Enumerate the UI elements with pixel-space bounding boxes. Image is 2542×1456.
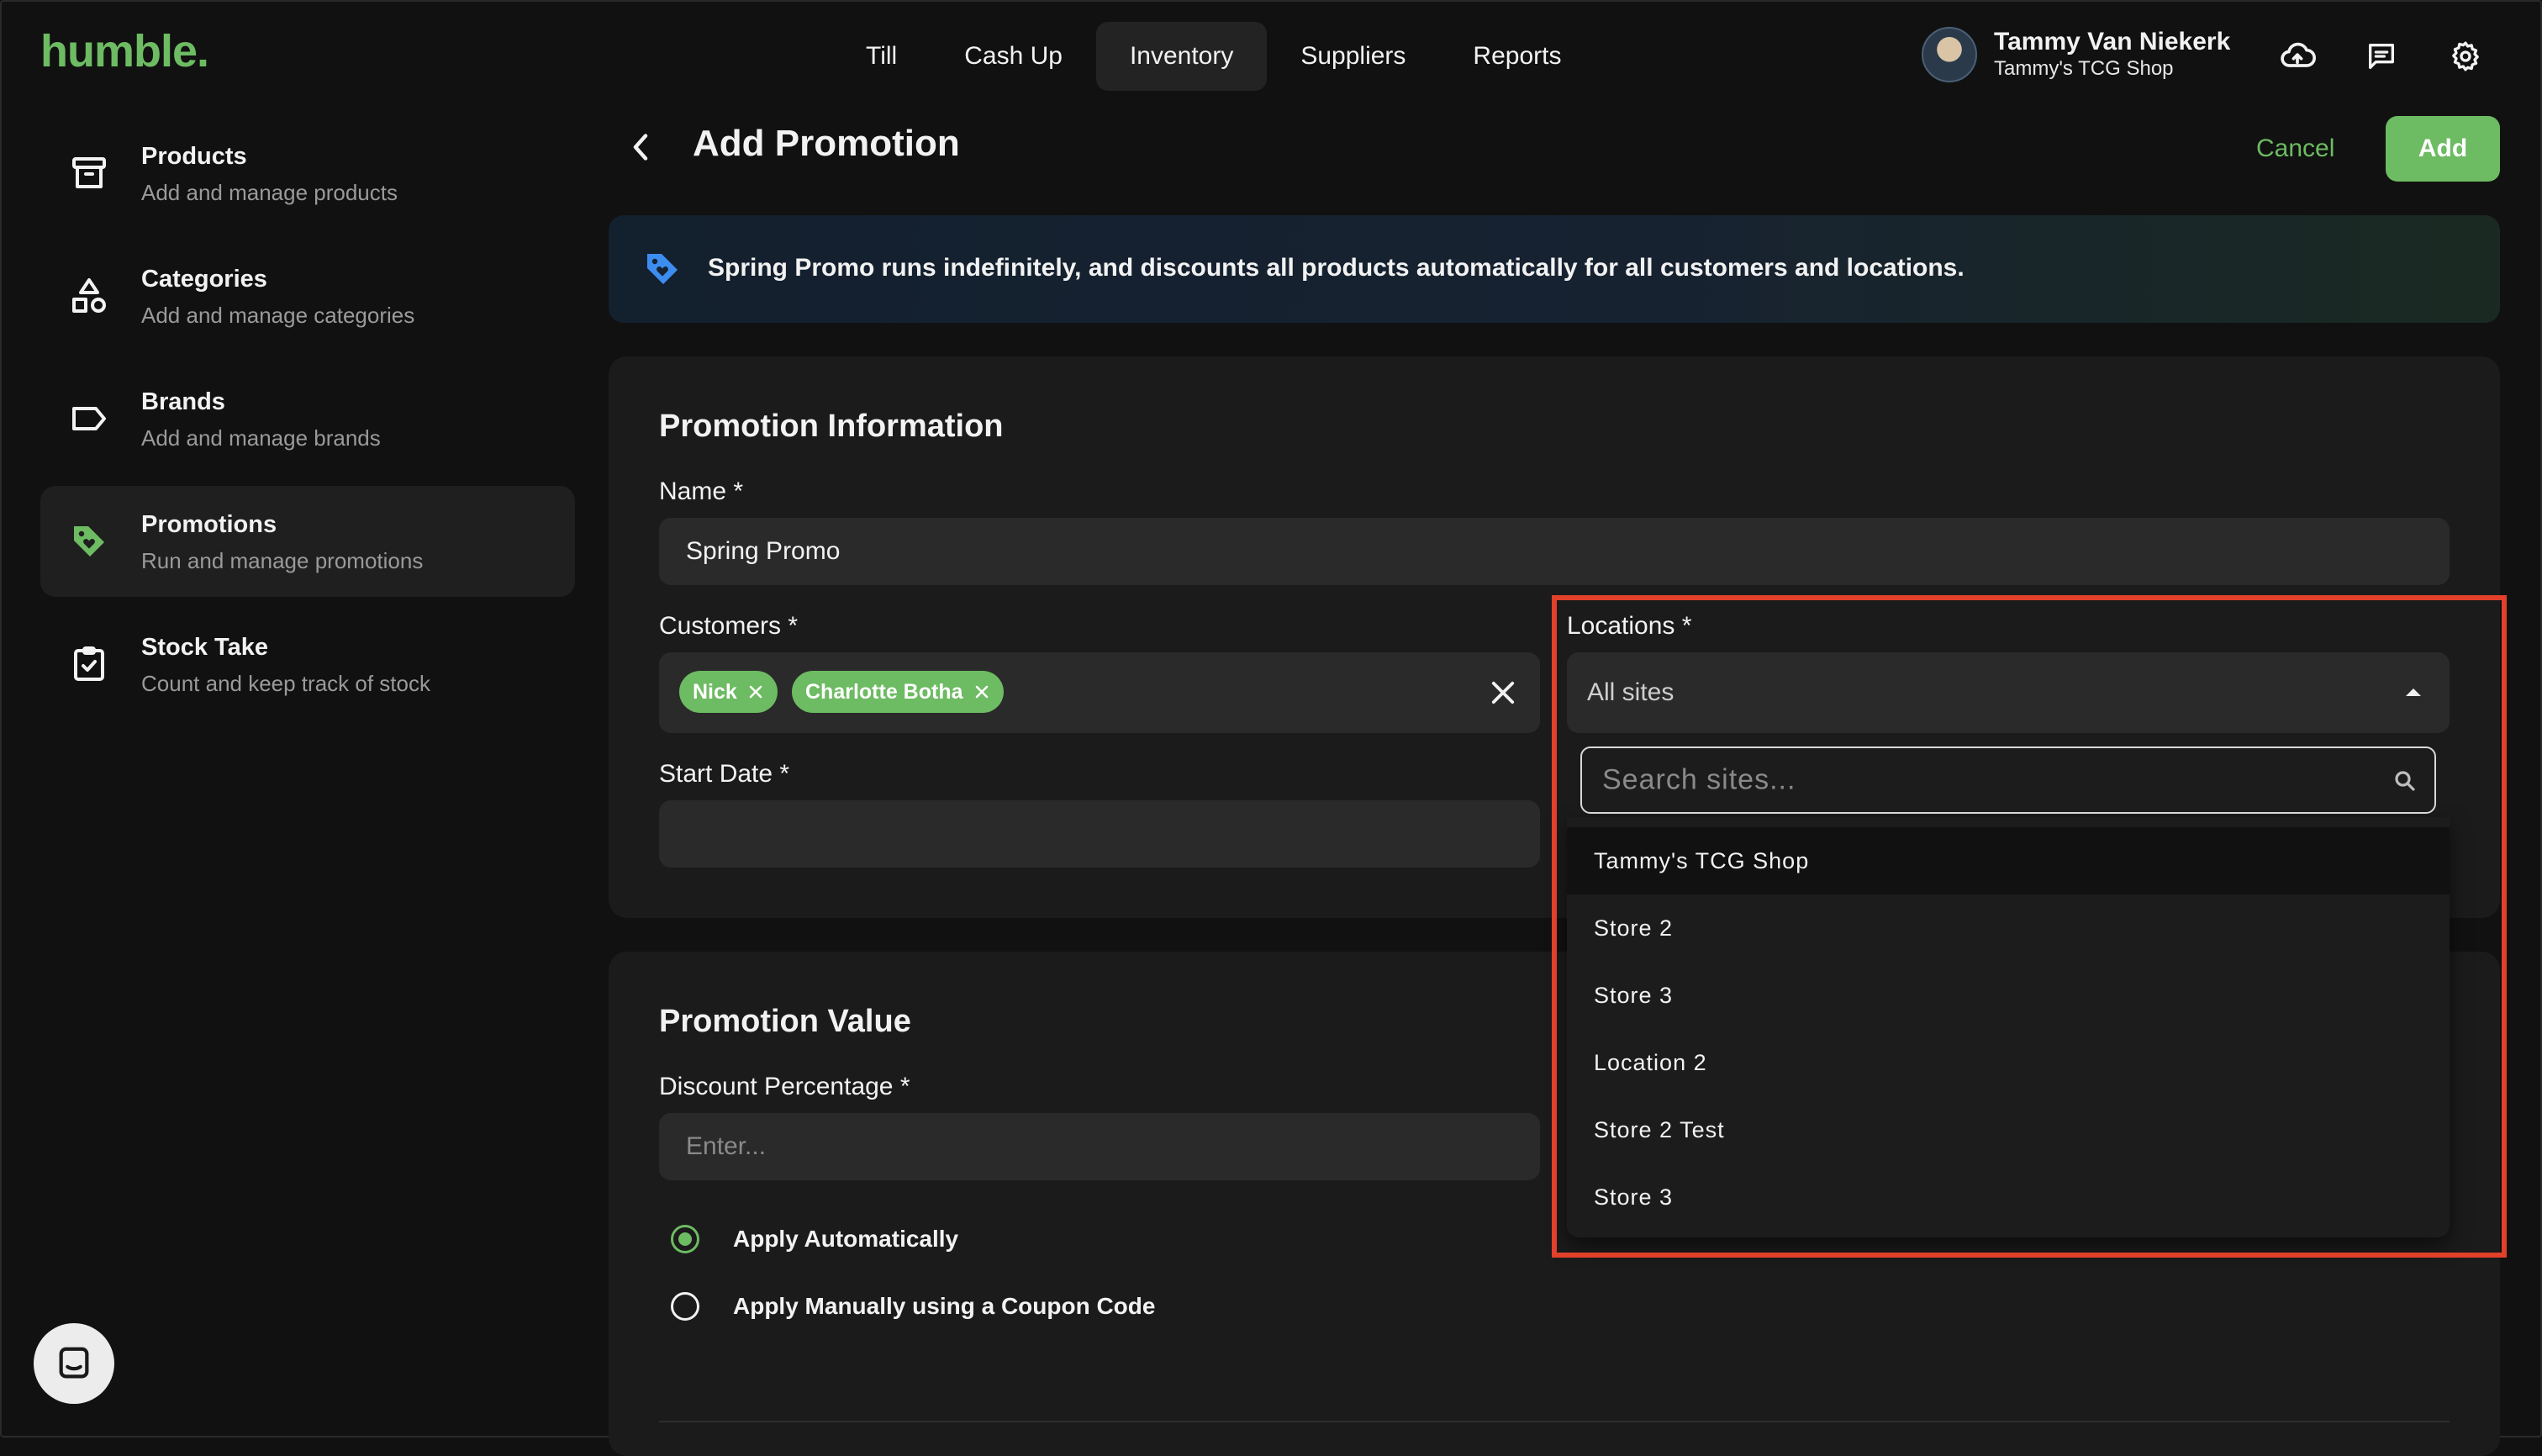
- promotion-summary-banner: Spring Promo runs indefinitely, and disc…: [609, 215, 2500, 323]
- apply-automatically-radio[interactable]: [671, 1225, 699, 1253]
- page-title: Add Promotion: [693, 123, 960, 164]
- chip-remove-icon[interactable]: [747, 683, 764, 700]
- user-name: Tammy Van Niekerk: [1994, 28, 2231, 55]
- message-icon[interactable]: [2362, 37, 2401, 76]
- sidebar-item-subtitle: Add and manage brands: [141, 425, 381, 451]
- name-value: Spring Promo: [686, 537, 841, 565]
- annotation-highlight-box: [1552, 595, 2507, 1258]
- top-navigation: Till Cash Up Inventory Suppliers Reports: [832, 22, 1595, 91]
- nav-tab-till[interactable]: Till: [832, 22, 931, 91]
- customers-multiselect[interactable]: Nick Charlotte Botha: [659, 652, 1540, 733]
- add-button[interactable]: Add: [2386, 116, 2500, 182]
- divider: [659, 1421, 2450, 1422]
- start-date-input[interactable]: [659, 800, 1540, 868]
- sidebar-item-promotions[interactable]: Promotions Run and manage promotions: [40, 486, 575, 597]
- sidebar: Products Add and manage products Categor…: [40, 118, 575, 731]
- app-logo: humble.: [40, 26, 209, 76]
- chat-icon: [59, 1347, 89, 1379]
- customer-chip-label: Nick: [693, 679, 737, 704]
- discount-percentage-input[interactable]: Enter...: [659, 1113, 1540, 1180]
- sidebar-item-brands[interactable]: Brands Add and manage brands: [40, 363, 575, 474]
- nav-tab-cash-up[interactable]: Cash Up: [931, 22, 1096, 91]
- apply-coupon-code-radio[interactable]: [671, 1292, 699, 1321]
- clear-icon[interactable]: [1490, 679, 1516, 706]
- customer-chip: Nick: [679, 671, 778, 713]
- sidebar-item-stock-take[interactable]: Stock Take Count and keep track of stock: [40, 609, 575, 720]
- nav-tab-inventory[interactable]: Inventory: [1095, 22, 1268, 91]
- customer-chip-label: Charlotte Botha: [805, 679, 963, 704]
- sidebar-item-title: Brands: [141, 388, 225, 415]
- apply-coupon-code-label: Apply Manually using a Coupon Code: [733, 1293, 1156, 1319]
- name-label: Name *: [659, 477, 744, 505]
- sidebar-item-subtitle: Add and manage products: [141, 180, 398, 205]
- sidebar-item-title: Products: [141, 143, 247, 170]
- section-title-promotion-value: Promotion Value: [659, 1004, 911, 1039]
- cancel-button[interactable]: Cancel: [2236, 116, 2355, 182]
- cloud-upload-icon[interactable]: [2278, 37, 2317, 76]
- promo-tag-icon: [642, 249, 683, 289]
- support-chat-button[interactable]: [34, 1323, 114, 1404]
- section-title-promotion-information: Promotion Information: [659, 409, 1004, 444]
- avatar: [1922, 27, 1977, 82]
- banner-text: Spring Promo runs indefinitely, and disc…: [708, 254, 1965, 282]
- user-profile[interactable]: Tammy Van Niekerk Tammy's TCG Shop: [1922, 27, 2230, 82]
- chip-remove-icon[interactable]: [973, 683, 990, 700]
- sidebar-item-subtitle: Add and manage categories: [141, 303, 415, 328]
- start-date-label: Start Date *: [659, 760, 790, 788]
- sidebar-item-products[interactable]: Products Add and manage products: [40, 118, 575, 229]
- sidebar-item-title: Categories: [141, 266, 267, 293]
- customers-label: Customers *: [659, 612, 799, 640]
- customer-chip: Charlotte Botha: [792, 671, 1004, 713]
- user-shop-name: Tammy's TCG Shop: [1994, 57, 2174, 80]
- nav-tab-reports[interactable]: Reports: [1439, 22, 1595, 91]
- nav-tab-suppliers[interactable]: Suppliers: [1267, 22, 1439, 91]
- settings-gear-icon[interactable]: [2446, 37, 2485, 76]
- back-arrow-icon[interactable]: [624, 126, 657, 168]
- sidebar-item-subtitle: Count and keep track of stock: [141, 671, 430, 696]
- archive-box-icon: [67, 151, 111, 195]
- sidebar-item-title: Stock Take: [141, 634, 268, 661]
- clipboard-check-icon: [67, 642, 111, 686]
- promo-tag-icon: [67, 520, 111, 563]
- sidebar-item-title: Promotions: [141, 511, 277, 538]
- discount-placeholder: Enter...: [686, 1132, 767, 1160]
- label-tag-icon: [67, 397, 111, 440]
- name-input[interactable]: Spring Promo: [659, 518, 2450, 585]
- discount-percentage-label: Discount Percentage *: [659, 1073, 910, 1100]
- sidebar-item-subtitle: Run and manage promotions: [141, 548, 424, 573]
- radio-dot: [678, 1232, 692, 1246]
- apply-automatically-label: Apply Automatically: [733, 1226, 959, 1252]
- sidebar-item-categories[interactable]: Categories Add and manage categories: [40, 240, 575, 351]
- shapes-icon: [67, 274, 111, 318]
